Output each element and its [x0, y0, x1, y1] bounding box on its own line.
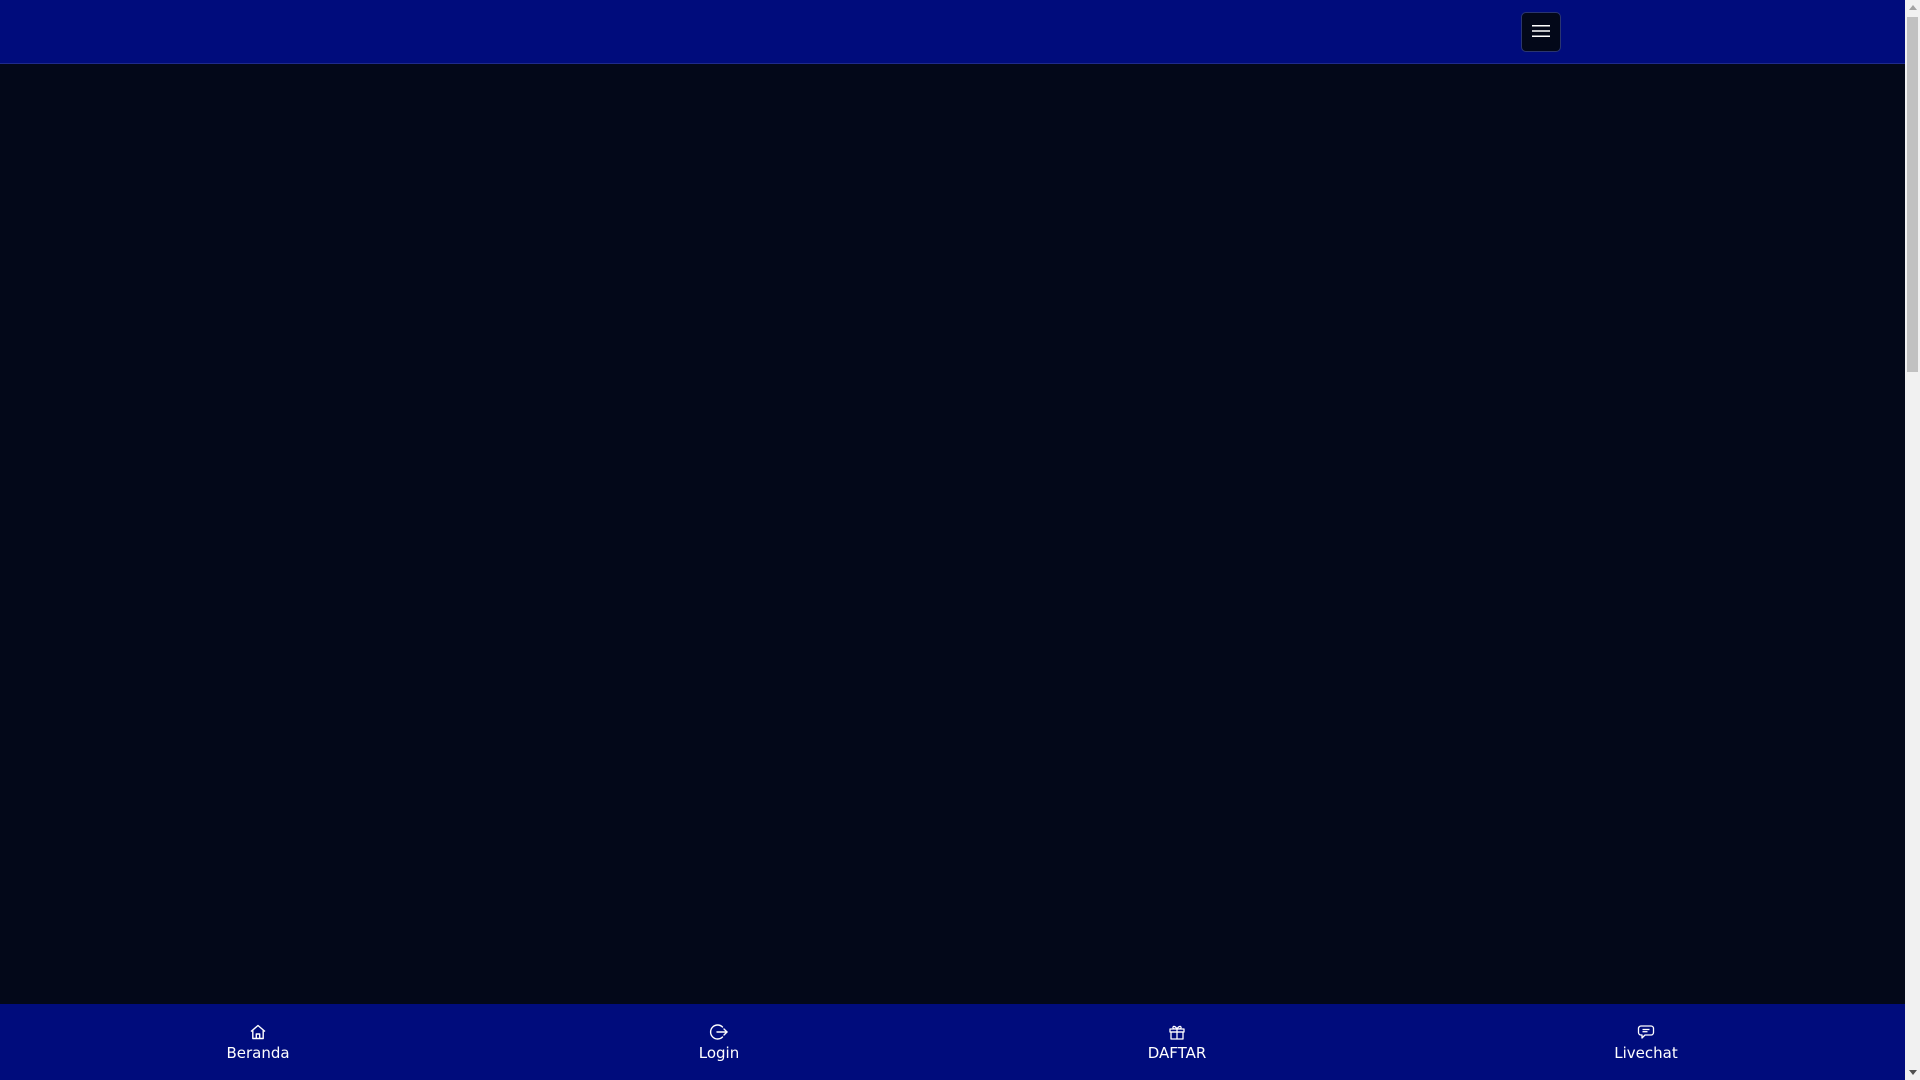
nav-item-label: Livechat [1614, 1044, 1678, 1062]
page: Beranda Login DAFTAR Livechat [0, 0, 1920, 1080]
home-icon [248, 1022, 268, 1042]
nav-item-label: DAFTAR [1147, 1044, 1207, 1062]
gift-icon [1167, 1022, 1187, 1042]
bottom-nav: Beranda Login DAFTAR Livechat [0, 1004, 1905, 1080]
nav-item-daftar[interactable]: DAFTAR [1077, 1004, 1277, 1080]
nav-item-label: Login [698, 1044, 740, 1062]
chat-icon [1636, 1022, 1656, 1042]
nav-item-livechat[interactable]: Livechat [1546, 1004, 1746, 1080]
viewport: Beranda Login DAFTAR Livechat [0, 0, 1905, 1080]
menu-toggle-button[interactable] [1521, 12, 1561, 52]
scroll-up-arrow-icon[interactable] [1905, 0, 1920, 15]
login-icon [709, 1022, 729, 1042]
nav-item-login[interactable]: Login [619, 1004, 819, 1080]
hamburger-icon [1532, 24, 1550, 41]
vertical-scrollbar[interactable] [1905, 0, 1920, 1080]
nav-item-label: Beranda [226, 1044, 290, 1062]
main-content [0, 64, 1905, 1004]
nav-item-beranda[interactable]: Beranda [158, 1004, 358, 1080]
scroll-down-arrow-icon[interactable] [1905, 1065, 1920, 1080]
scrollbar-thumb[interactable] [1907, 17, 1918, 372]
top-navbar [0, 0, 1905, 64]
